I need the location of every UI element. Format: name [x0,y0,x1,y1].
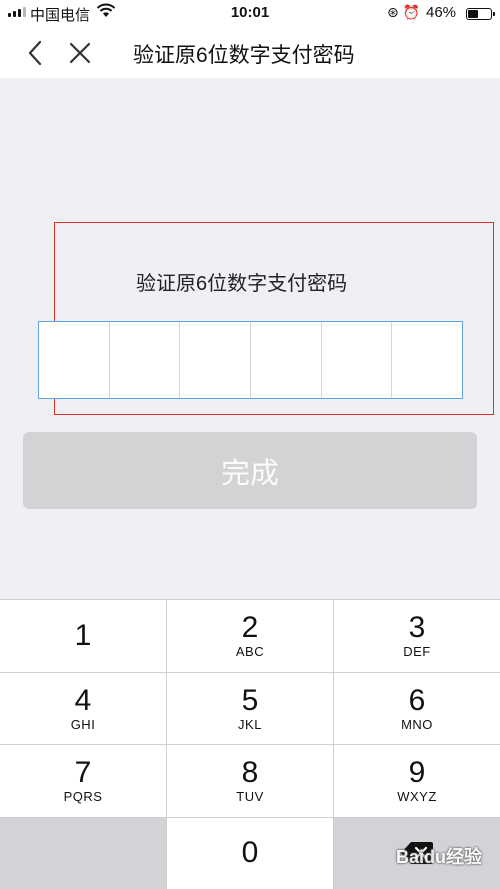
numeric-keypad: 1 2 ABC 3 DEF 4 GHI 5 JKL 6 MNO 7 PQRS 8… [0,599,500,889]
key-digit: 4 [74,683,92,717]
close-icon[interactable] [66,39,94,67]
pin-cell[interactable] [39,322,110,398]
key-letters: GHI [70,716,96,732]
key-letters: MNO [401,716,433,732]
key-digit: 0 [241,836,259,870]
key-digit: 3 [408,611,426,645]
key-digit: 2 [241,611,259,645]
key-6[interactable]: 6 MNO [334,672,500,744]
battery-icon [466,8,495,20]
page-title: 验证原6位数字支付密码 [133,44,355,67]
key-letters: TUV [236,789,264,805]
pin-cell[interactable] [180,322,252,398]
key-8[interactable]: 8 TUV [167,745,333,817]
key-letters: JKL [238,716,262,732]
key-letters: WXYZ [397,789,437,805]
chevron-left-icon[interactable] [22,39,50,67]
rotation-lock-icon: ⊛ [387,4,399,20]
battery-percent: 46% [426,4,457,21]
pin-cell[interactable] [322,322,393,398]
clock: 10:01 [230,4,270,21]
pin-input[interactable] [38,321,463,399]
key-5[interactable]: 5 JKL [167,672,333,744]
key-letters: PQRS [63,789,103,805]
battery-level [468,10,478,18]
key-3[interactable]: 3 DEF [334,600,500,672]
pin-cell[interactable] [251,322,322,398]
key-digit: 6 [408,683,426,717]
pin-prompt: 验证原6位数字支付密码 [136,273,348,295]
key-digit: 1 [74,618,92,652]
nav-bar: 验证原6位数字支付密码 [0,26,500,78]
key-0[interactable]: 0 [167,817,333,889]
key-digit: 7 [74,756,92,790]
delete-key[interactable]: Baidu经验 [334,817,500,889]
key-digit: 5 [241,683,259,717]
key-digit: 8 [241,756,259,790]
done-button[interactable]: 完成 [23,432,477,509]
status-bar: 中国电信 10:01 ⊛ ⏰ 46% [0,0,500,26]
key-1[interactable]: 1 [0,600,166,672]
pin-cell[interactable] [392,322,462,398]
key-2[interactable]: 2 ABC [167,600,333,672]
key-blank [0,817,166,889]
key-4[interactable]: 4 GHI [0,672,166,744]
key-9[interactable]: 9 WXYZ [334,745,500,817]
alarm-icon: ⏰ [402,4,421,20]
watermark: Baidu经验 [395,847,482,867]
key-letters: DEF [403,644,431,660]
pin-cell[interactable] [110,322,181,398]
key-7[interactable]: 7 PQRS [0,745,166,817]
key-letters: ABC [235,644,265,660]
key-digit: 9 [408,756,426,790]
